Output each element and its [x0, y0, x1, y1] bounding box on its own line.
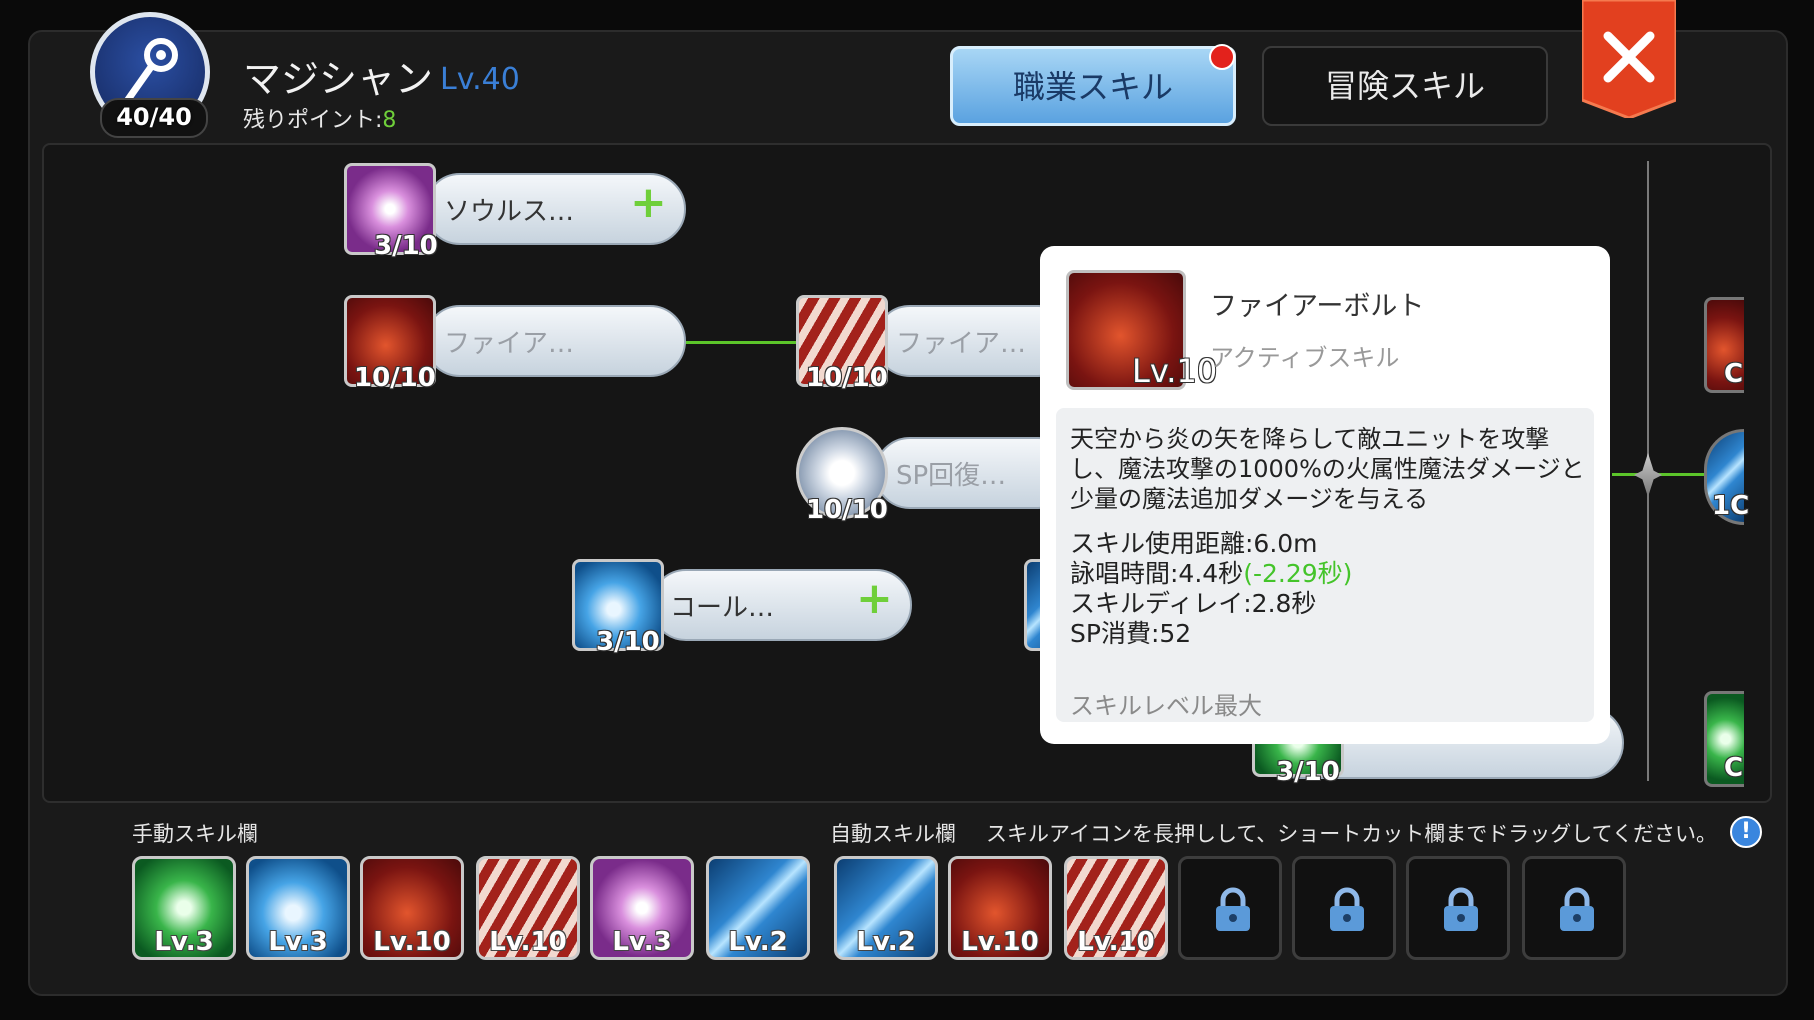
tooltip-sp-cost: SP消費:52 [1070, 619, 1192, 648]
slot-level: Lv.10 [489, 927, 567, 957]
manual-skill-label: 手動スキル欄 [132, 822, 258, 846]
auto-skill-label: 自動スキル欄 [830, 822, 956, 846]
skill-node-label: ファイア… [444, 329, 575, 359]
slot-level: Lv.3 [268, 927, 328, 957]
skill-node-level: 10/10 [806, 495, 888, 525]
tab-adventure-skill[interactable]: 冒険スキル [1262, 46, 1548, 126]
auto-slot[interactable]: Lv.10 [1064, 856, 1168, 960]
manual-slot[interactable]: Lv.10 [360, 856, 464, 960]
remaining-points: 残りポイント:8 [243, 102, 396, 134]
skill-node-level: 10/10 [354, 363, 436, 393]
locked-slot[interactable] [1178, 856, 1282, 960]
edge-skill-level: C [1724, 753, 1744, 783]
tooltip-skill-level: Lv.10 [1132, 352, 1218, 390]
badge-value: 40/40 [100, 98, 208, 138]
slot-level: Lv.2 [728, 927, 788, 957]
tooltip-skill-name: ファイアーボルト [1210, 291, 1425, 322]
skill-node-label: SP回復… [896, 461, 1007, 491]
tab-job-skill[interactable]: 職業スキル [950, 46, 1236, 126]
slot-level: Lv.3 [154, 927, 214, 957]
locked-slot[interactable] [1292, 856, 1396, 960]
slot-level: Lv.10 [961, 927, 1039, 957]
info-icon[interactable]: ! [1730, 816, 1762, 848]
skill-node-label: コール… [670, 593, 775, 623]
slot-level: Lv.3 [612, 927, 672, 957]
slot-level: Lv.10 [373, 927, 451, 957]
tooltip-max-note: スキルレベル最大 [1070, 692, 1262, 720]
slot-level: Lv.10 [1077, 927, 1155, 957]
skill-node-level: 3/10 [1276, 757, 1340, 787]
skill-node-label: ファイア… [896, 329, 1027, 359]
tooltip-description: 天空から炎の矢を降らして敵ユニットを攻撃し、魔法攻撃の1000%の火属性魔法ダメ… [1070, 425, 1585, 513]
class-name: マジシャン [243, 57, 434, 101]
edge-skill-level: C [1724, 359, 1744, 389]
lock-icon [1444, 887, 1478, 931]
close-button[interactable] [1582, 0, 1676, 118]
skill-node-level: 3/10 [374, 231, 438, 261]
drag-hint: スキルアイコンを長押しして、ショートカット欄までドラッグしてください。 [986, 822, 1718, 846]
remaining-points-value: 8 [382, 108, 397, 133]
edge-skill-level: 1C [1712, 491, 1750, 521]
manual-slot[interactable]: Lv.10 [476, 856, 580, 960]
manual-slot[interactable]: Lv.3 [132, 856, 236, 960]
compass-marker-icon [1634, 453, 1662, 497]
auto-slot[interactable]: Lv.2 [834, 856, 938, 960]
tooltip-body: 天空から炎の矢を降らして敵ユニットを攻撃し、魔法攻撃の1000%の火属性魔法ダメ… [1056, 408, 1594, 722]
lock-icon [1216, 887, 1250, 931]
add-point-button[interactable]: + [630, 181, 667, 225]
lock-icon [1560, 887, 1594, 931]
auto-slot[interactable]: Lv.10 [948, 856, 1052, 960]
manual-slot[interactable]: Lv.3 [590, 856, 694, 960]
lock-icon [1330, 887, 1364, 931]
remaining-points-label: 残りポイント: [243, 108, 383, 133]
manual-slot[interactable]: Lv.3 [246, 856, 350, 960]
locked-slot[interactable] [1522, 856, 1626, 960]
tooltip-skill-type: アクティブスキル [1210, 344, 1400, 372]
notification-dot [1209, 44, 1235, 70]
slot-level: Lv.2 [856, 927, 916, 957]
class-level: Lv.40 [440, 62, 520, 97]
skill-node-level: 10/10 [806, 363, 888, 393]
add-point-button[interactable]: + [856, 577, 893, 621]
manual-slot[interactable]: Lv.2 [706, 856, 810, 960]
skill-tooltip: Lv.10 ファイアーボルト アクティブスキル 天空から炎の矢を降らして敵ユニッ… [1040, 246, 1610, 744]
skill-node-label: ソウルス… [444, 197, 575, 227]
skill-node-level: 3/10 [596, 627, 660, 657]
locked-slot[interactable] [1406, 856, 1510, 960]
